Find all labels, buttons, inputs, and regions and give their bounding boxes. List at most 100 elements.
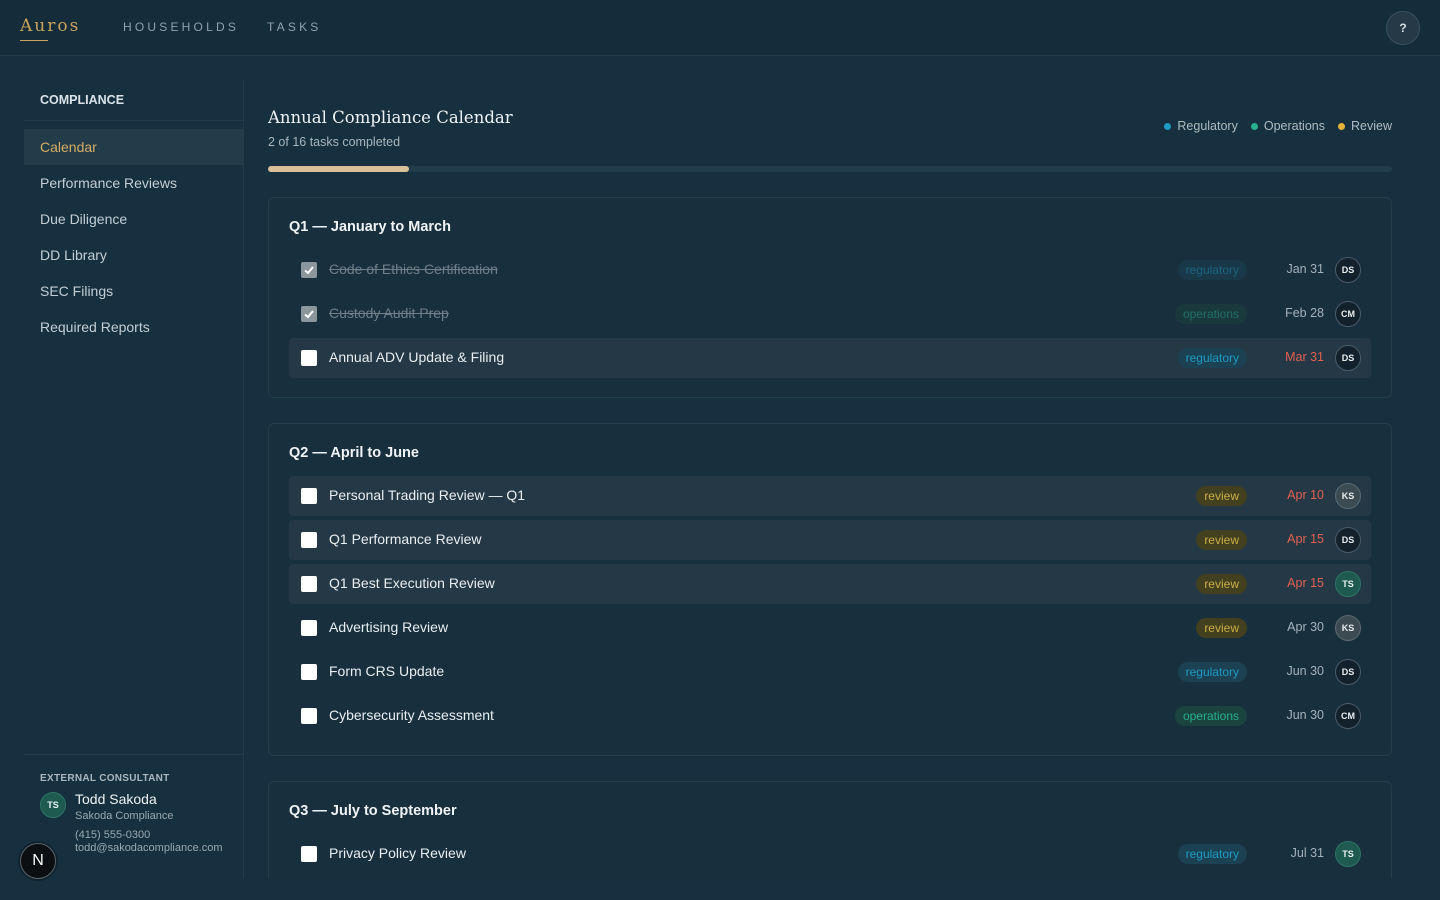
task-checkbox[interactable] xyxy=(301,846,317,862)
task-checkbox[interactable] xyxy=(301,350,317,366)
quarter-title: Q3 — July to September xyxy=(289,803,457,819)
consultant-card: EXTERNAL CONSULTANT TS Todd Sakoda Sakod… xyxy=(24,754,243,878)
progress-fill xyxy=(268,166,409,172)
consultant-name: Todd Sakoda xyxy=(75,791,157,807)
sidebar-list: Calendar Performance Reviews Due Diligen… xyxy=(24,129,243,345)
consultant-kicker: EXTERNAL CONSULTANT xyxy=(40,773,170,784)
consultant-email[interactable]: todd@sakodacompliance.com xyxy=(75,842,223,854)
task-row[interactable]: Privacy Policy Review regulatory Jul 31 … xyxy=(289,834,1371,874)
sidebar-item-dd-library[interactable]: DD Library xyxy=(24,237,243,273)
task-row[interactable]: Code of Ethics Certification regulatory … xyxy=(289,250,1371,290)
task-checkbox[interactable] xyxy=(301,262,317,278)
task-due-date: Apr 10 xyxy=(1287,488,1324,502)
task-row[interactable]: Advertising Review review Apr 30 KS xyxy=(289,608,1371,648)
task-row[interactable]: Custody Audit Prep operations Feb 28 CM xyxy=(289,294,1371,334)
task-name: Advertising Review xyxy=(329,619,449,635)
task-name: Custody Audit Prep xyxy=(329,305,449,321)
sidebar-item-sec-filings[interactable]: SEC Filings xyxy=(24,273,243,309)
top-bar: Auros HOUSEHOLDS TASKS ? xyxy=(0,0,1440,56)
help-button[interactable]: ? xyxy=(1386,11,1420,45)
task-due-date: Apr 15 xyxy=(1287,576,1324,590)
task-checkbox[interactable] xyxy=(301,708,317,724)
legend-review: Review xyxy=(1338,119,1392,133)
app-logo[interactable]: Auros xyxy=(20,16,80,41)
assignee-avatar[interactable]: KS xyxy=(1335,483,1361,509)
task-checkbox[interactable] xyxy=(301,620,317,636)
check-icon xyxy=(304,266,314,275)
assignee-avatar[interactable]: KS xyxy=(1335,615,1361,641)
task-due-date: Apr 30 xyxy=(1287,620,1324,634)
operations-dot-icon xyxy=(1250,122,1258,130)
task-name: Cybersecurity Assessment xyxy=(329,707,494,723)
task-name: Form CRS Update xyxy=(329,663,445,679)
task-tag: review xyxy=(1196,574,1247,594)
task-name: Q1 Performance Review xyxy=(329,531,482,547)
nav-households[interactable]: HOUSEHOLDS xyxy=(123,20,239,34)
assignee-avatar[interactable]: DS xyxy=(1335,659,1361,685)
task-name: Annual ADV Update & Filing xyxy=(329,349,505,365)
task-name: Privacy Policy Review xyxy=(329,845,466,861)
task-name: Personal Trading Review — Q1 xyxy=(329,487,526,503)
task-tag: review xyxy=(1196,530,1247,550)
task-name: Code of Ethics Certification xyxy=(329,261,498,277)
legend-regulatory: Regulatory xyxy=(1164,119,1238,133)
sidebar-item-calendar[interactable]: Calendar xyxy=(24,129,243,165)
quarter-q2: Q2 — April to June Personal Trading Revi… xyxy=(268,423,1392,756)
review-dot-icon xyxy=(1338,122,1345,130)
task-tag: regulatory xyxy=(1177,662,1247,682)
assignee-avatar[interactable]: TS xyxy=(1335,571,1361,597)
sidebar-item-required-reports[interactable]: Required Reports xyxy=(24,309,243,345)
task-tag: operations xyxy=(1174,304,1247,324)
legend-operations: Operations xyxy=(1250,119,1325,133)
assignee-avatar[interactable]: CM xyxy=(1335,301,1361,327)
task-due-date: Jul 31 xyxy=(1290,846,1324,860)
regulatory-dot-icon xyxy=(1164,122,1172,130)
task-name: Q1 Best Execution Review xyxy=(329,575,495,591)
task-due-date: Feb 28 xyxy=(1285,306,1324,320)
check-icon xyxy=(304,310,314,319)
task-row[interactable]: Cybersecurity Assessment operations Jun … xyxy=(289,696,1371,736)
task-tag: regulatory xyxy=(1177,260,1247,280)
quarter-title: Q2 — April to June xyxy=(289,445,419,461)
sidebar: COMPLIANCE Calendar Performance Reviews … xyxy=(24,80,244,878)
task-row[interactable]: Personal Trading Review — Q1 review Apr … xyxy=(289,476,1371,516)
task-checkbox[interactable] xyxy=(301,488,317,504)
sidebar-item-performance-reviews[interactable]: Performance Reviews xyxy=(24,165,243,201)
legend: Regulatory Operations Review xyxy=(1164,119,1392,133)
task-due-date: Mar 31 xyxy=(1285,350,1324,364)
assignee-avatar[interactable]: DS xyxy=(1335,257,1361,283)
task-due-date: Jun 30 xyxy=(1286,708,1324,722)
task-checkbox[interactable] xyxy=(301,306,317,322)
task-row[interactable]: Q1 Best Execution Review review Apr 15 T… xyxy=(289,564,1371,604)
task-due-date: Jan 31 xyxy=(1286,262,1324,276)
task-row[interactable]: Annual ADV Update & Filing regulatory Ma… xyxy=(289,338,1371,378)
task-checkbox[interactable] xyxy=(301,664,317,680)
task-tag: review xyxy=(1196,486,1247,506)
n-logo-badge[interactable]: N xyxy=(20,843,56,879)
main-nav: HOUSEHOLDS TASKS xyxy=(123,20,322,34)
page-subtitle: 2 of 16 tasks completed xyxy=(268,135,401,149)
assignee-avatar[interactable]: TS xyxy=(1335,841,1361,867)
task-tag: regulatory xyxy=(1177,348,1247,368)
task-due-date: Apr 15 xyxy=(1287,532,1324,546)
task-due-date: Jun 30 xyxy=(1286,664,1324,678)
quarter-q3: Q3 — July to September Privacy Policy Re… xyxy=(268,781,1392,878)
consultant-phone[interactable]: (415) 555-0300 xyxy=(75,829,223,841)
assignee-avatar[interactable]: DS xyxy=(1335,527,1361,553)
assignee-avatar[interactable]: CM xyxy=(1335,703,1361,729)
nav-tasks[interactable]: TASKS xyxy=(267,20,321,34)
consultant-company: Sakoda Compliance xyxy=(75,810,174,822)
task-tag: regulatory xyxy=(1177,844,1247,864)
task-row[interactable]: Q1 Performance Review review Apr 15 DS xyxy=(289,520,1371,560)
consultant-avatar: TS xyxy=(40,792,66,818)
task-tag: operations xyxy=(1174,706,1247,726)
page-title: Annual Compliance Calendar xyxy=(268,108,513,127)
main-content: Annual Compliance Calendar 2 of 16 tasks… xyxy=(268,80,1392,878)
assignee-avatar[interactable]: DS xyxy=(1335,345,1361,371)
task-checkbox[interactable] xyxy=(301,532,317,548)
task-row[interactable]: Form CRS Update regulatory Jun 30 DS xyxy=(289,652,1371,692)
task-checkbox[interactable] xyxy=(301,576,317,592)
progress-bar xyxy=(268,166,1392,172)
sidebar-item-due-diligence[interactable]: Due Diligence xyxy=(24,201,243,237)
task-tag: review xyxy=(1196,618,1247,638)
